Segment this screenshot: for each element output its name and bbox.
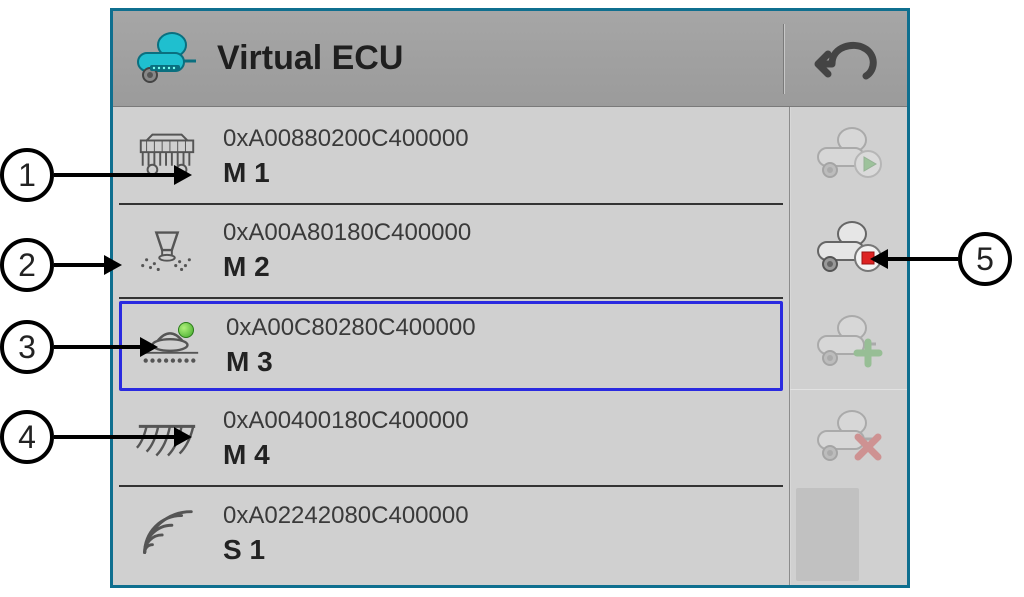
plough-icon bbox=[125, 413, 209, 465]
ecu-delete-button[interactable] bbox=[790, 390, 907, 484]
item-address: 0xA00880200C400000 bbox=[223, 125, 777, 153]
list-item[interactable]: 0xA00880200C400000 M 1 bbox=[119, 111, 783, 205]
ecu-list: 0xA00880200C400000 M 1 bbox=[113, 107, 789, 585]
item-name: S 1 bbox=[223, 534, 777, 566]
list-item[interactable]: 0xA00400180C400000 M 4 bbox=[119, 393, 783, 487]
item-name: M 2 bbox=[223, 251, 777, 283]
scrollbar[interactable] bbox=[796, 488, 859, 581]
back-icon bbox=[814, 34, 884, 84]
active-dot-icon bbox=[178, 322, 194, 338]
ecu-stop-icon bbox=[812, 220, 886, 276]
list-item[interactable]: 0xA00A80180C400000 M 2 bbox=[119, 205, 783, 299]
header-divider bbox=[783, 24, 785, 94]
ecu-delete-icon bbox=[812, 409, 886, 465]
item-address: 0xA02242080C400000 bbox=[223, 502, 777, 530]
item-address: 0xA00C80280C400000 bbox=[226, 314, 774, 342]
ecu-stop-button[interactable] bbox=[790, 201, 907, 295]
item-name: M 3 bbox=[226, 346, 774, 378]
item-address: 0xA00400180C400000 bbox=[223, 407, 777, 435]
spreader-icon bbox=[125, 225, 209, 277]
ecu-play-icon bbox=[812, 126, 886, 182]
virtual-ecu-screen: Virtual ECU bbox=[110, 8, 910, 588]
list-item[interactable]: 0xA00C80280C400000 M 3 bbox=[119, 301, 783, 391]
list-item[interactable]: 0xA02242080C400000 S 1 bbox=[119, 487, 783, 581]
ecu-add-button[interactable] bbox=[790, 295, 907, 389]
body: 0xA00880200C400000 M 1 bbox=[113, 107, 907, 585]
callout-2: 2 bbox=[0, 238, 122, 292]
ecu-add-icon bbox=[812, 314, 886, 370]
item-address: 0xA00A80180C400000 bbox=[223, 219, 777, 247]
radio-waves-icon bbox=[125, 508, 209, 560]
seed-drill-icon bbox=[125, 131, 209, 183]
ecu-play-button[interactable] bbox=[790, 107, 907, 201]
header-bar: Virtual ECU bbox=[113, 11, 907, 107]
app-icon bbox=[123, 31, 213, 87]
action-column bbox=[789, 107, 907, 585]
planter-icon bbox=[128, 320, 212, 372]
item-name: M 4 bbox=[223, 439, 777, 471]
page-title: Virtual ECU bbox=[217, 39, 403, 78]
item-name: M 1 bbox=[223, 157, 777, 189]
back-button[interactable] bbox=[791, 11, 907, 106]
